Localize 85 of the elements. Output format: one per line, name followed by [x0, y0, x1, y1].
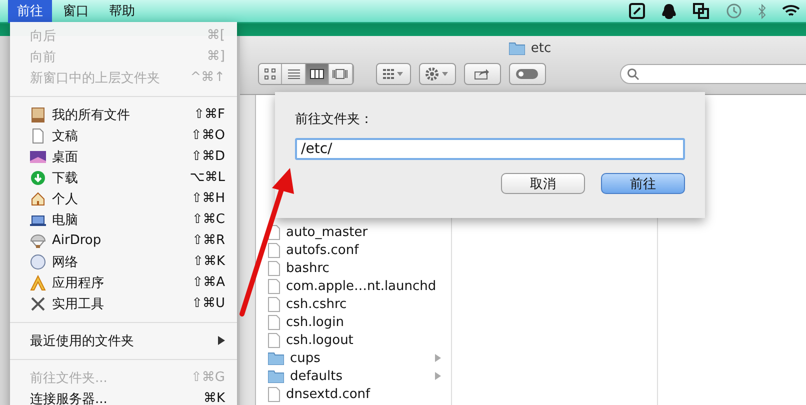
file-icon	[268, 332, 280, 348]
wifi-icon[interactable]	[782, 4, 800, 18]
file-row[interactable]: auto_master	[256, 223, 451, 241]
file-name: dnsextd.conf	[286, 386, 372, 402]
menu-bar-item[interactable]: 窗口	[54, 0, 98, 23]
grid-icon	[264, 68, 276, 80]
file-name: csh.cshrc	[286, 296, 348, 312]
house-icon	[30, 190, 46, 206]
arrange-icon	[383, 69, 404, 79]
file-name: com.apple…nt.launchd	[286, 278, 438, 294]
share-icon	[474, 68, 490, 80]
file-row[interactable]: csh.login	[256, 313, 451, 331]
submenu-arrow-icon	[218, 336, 225, 345]
menu-item[interactable]: 应用程序 ⇧⌘A	[10, 272, 237, 293]
list-icon	[288, 69, 300, 79]
file-row[interactable]: defaults	[256, 367, 451, 385]
file-name: autofs.conf	[286, 242, 360, 258]
file-name: bashrc	[286, 260, 330, 276]
go-button[interactable]: 前往	[601, 173, 685, 194]
menu-item[interactable]: 桌面 ⇧⌘D	[10, 146, 237, 167]
cover-flow-icon	[332, 69, 348, 79]
share-button[interactable]	[464, 63, 501, 85]
menu-item[interactable]: 最近使用的文件夹	[10, 330, 237, 351]
parachute-icon	[30, 232, 46, 248]
disclosure-icon	[435, 354, 441, 362]
bluetooth-icon[interactable]	[758, 4, 766, 18]
file-row[interactable]: autofs.conf	[256, 241, 451, 259]
search-field[interactable]	[620, 64, 806, 84]
file-icon	[268, 386, 280, 402]
file-name: auto_master	[286, 224, 369, 240]
folder-icon	[508, 42, 525, 54]
file-icon	[268, 314, 280, 330]
menu-item[interactable]: 文稿 ⇧⌘O	[10, 125, 237, 146]
view-button[interactable]	[329, 64, 353, 84]
document-icon	[30, 128, 46, 144]
view-button[interactable]	[259, 64, 282, 84]
columns-icon	[310, 69, 324, 79]
desktop-icon	[30, 148, 46, 164]
menu-item[interactable]: 个人 ⇧⌘H	[10, 188, 237, 209]
window-title: etc	[530, 40, 552, 56]
view-button[interactable]	[282, 64, 306, 84]
clock-icon[interactable]	[725, 3, 742, 19]
file-icon	[268, 278, 280, 294]
app-store-icon	[30, 274, 46, 290]
view-button[interactable]	[306, 64, 330, 84]
menu-item[interactable]: 网络 ⇧⌘K	[10, 251, 237, 272]
file-name: cups	[290, 350, 322, 366]
menu-item[interactable]: 实用工具 ⇧⌘U	[10, 293, 237, 314]
tools-icon	[30, 296, 46, 312]
file-row[interactable]: bashrc	[256, 259, 451, 277]
menu-item[interactable]: 我的所有文件 ⇧⌘F	[10, 104, 237, 125]
globe-icon	[30, 254, 46, 270]
cancel-button[interactable]: 取消	[501, 173, 585, 194]
download-icon	[30, 170, 46, 186]
drawer-icon	[30, 106, 46, 122]
menu-bar-item[interactable]: 前往	[8, 0, 52, 23]
disclosure-icon	[435, 372, 441, 380]
file-name: csh.login	[286, 314, 345, 330]
file-row[interactable]: csh.cshrc	[256, 295, 451, 313]
note-icon[interactable]	[629, 3, 645, 19]
file-icon	[268, 260, 280, 276]
file-icon	[268, 242, 280, 258]
file-name: csh.logout	[286, 332, 354, 348]
menu-item[interactable]: 电脑 ⇧⌘C	[10, 209, 237, 230]
menu-item[interactable]: 下载 ⌥⌘L	[10, 167, 237, 188]
file-row[interactable]: cups	[256, 349, 451, 367]
windows-icon[interactable]	[693, 3, 709, 19]
menu-item[interactable]: AirDrop ⇧⌘R	[10, 230, 237, 251]
penguin-icon[interactable]	[661, 2, 677, 20]
file-row[interactable]: csh.logout	[256, 331, 451, 349]
file-icon	[268, 296, 280, 312]
folder-path-field[interactable]: /etc/	[295, 138, 685, 160]
menu-item[interactable]: 连接服务器... ⌘K	[10, 388, 237, 405]
tags-button[interactable]	[508, 63, 546, 85]
folder-icon	[268, 370, 284, 382]
file-row[interactable]: com.apple…nt.launchd	[256, 277, 451, 295]
file-row[interactable]: dnsextd.conf	[256, 385, 451, 403]
dialog-label: 前往文件夹：	[295, 111, 374, 128]
folder-icon	[268, 352, 284, 364]
gear-icon	[425, 67, 450, 81]
arrange-button[interactable]	[376, 63, 411, 85]
toggle-icon	[516, 69, 538, 79]
file-name: defaults	[290, 368, 344, 384]
action-button[interactable]	[418, 63, 456, 85]
menu-bar-item[interactable]: 帮助	[100, 0, 144, 23]
